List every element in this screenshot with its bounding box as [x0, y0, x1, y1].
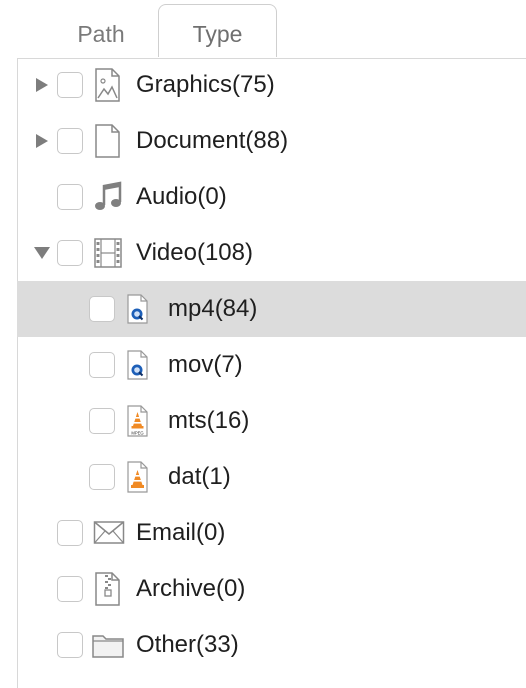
document-checkbox[interactable]	[57, 128, 83, 154]
audio-label: Audio(0)	[136, 183, 227, 210]
archive-label: Archive(0)	[136, 575, 246, 602]
audio-checkbox[interactable]	[57, 184, 83, 210]
tree-row-archive[interactable]: Archive(0)	[0, 561, 526, 617]
vlc-mpeg-file-icon: MPEG	[125, 404, 151, 438]
envelope-icon	[93, 516, 125, 550]
video-checkbox[interactable]	[57, 240, 83, 266]
expand-arrow-icon[interactable]	[33, 132, 51, 150]
tree-row-mp4[interactable]: mp4(84)	[17, 281, 526, 337]
zip-archive-icon	[93, 572, 123, 606]
tree-row-email[interactable]: Email(0)	[0, 505, 526, 561]
tree-row-mts[interactable]: MPEG mts(16)	[0, 393, 526, 449]
tree-row-video[interactable]: Video(108)	[0, 225, 526, 281]
svg-text:MPEG: MPEG	[131, 431, 143, 436]
vlc-file-icon	[125, 460, 151, 494]
graphics-checkbox[interactable]	[57, 72, 83, 98]
mp4-label: mp4(84)	[168, 295, 258, 322]
music-note-icon	[93, 180, 123, 214]
tab-path[interactable]: Path	[46, 4, 156, 57]
mov-checkbox[interactable]	[89, 352, 115, 378]
graphics-label: Graphics(75)	[136, 71, 275, 98]
folder-icon	[91, 628, 125, 662]
email-label: Email(0)	[136, 519, 226, 546]
video-label: Video(108)	[136, 239, 253, 266]
film-strip-icon	[93, 236, 123, 270]
tree-row-audio[interactable]: Audio(0)	[0, 169, 526, 225]
mts-checkbox[interactable]	[89, 408, 115, 434]
tree-row-document[interactable]: Document(88)	[0, 113, 526, 169]
image-file-icon	[93, 68, 123, 102]
tree-row-other[interactable]: Other(33)	[0, 617, 526, 673]
tree-row-mov[interactable]: mov(7)	[0, 337, 526, 393]
tab-type[interactable]: Type	[158, 4, 277, 57]
quicktime-file-icon	[125, 292, 151, 326]
dat-checkbox[interactable]	[89, 464, 115, 490]
dat-label: dat(1)	[168, 463, 231, 490]
email-checkbox[interactable]	[57, 520, 83, 546]
archive-checkbox[interactable]	[57, 576, 83, 602]
document-label: Document(88)	[136, 127, 289, 154]
tab-bar: Path Type	[0, 0, 526, 58]
tree-row-dat[interactable]: dat(1)	[0, 449, 526, 505]
expand-arrow-icon[interactable]	[33, 76, 51, 94]
collapse-arrow-icon[interactable]	[33, 244, 51, 262]
other-checkbox[interactable]	[57, 632, 83, 658]
mov-label: mov(7)	[168, 351, 243, 378]
quicktime-file-icon	[125, 348, 151, 382]
document-file-icon	[93, 124, 123, 158]
mts-label: mts(16)	[168, 407, 250, 434]
other-label: Other(33)	[136, 631, 239, 658]
mp4-checkbox[interactable]	[89, 296, 115, 322]
tree-row-graphics[interactable]: Graphics(75)	[0, 57, 526, 113]
